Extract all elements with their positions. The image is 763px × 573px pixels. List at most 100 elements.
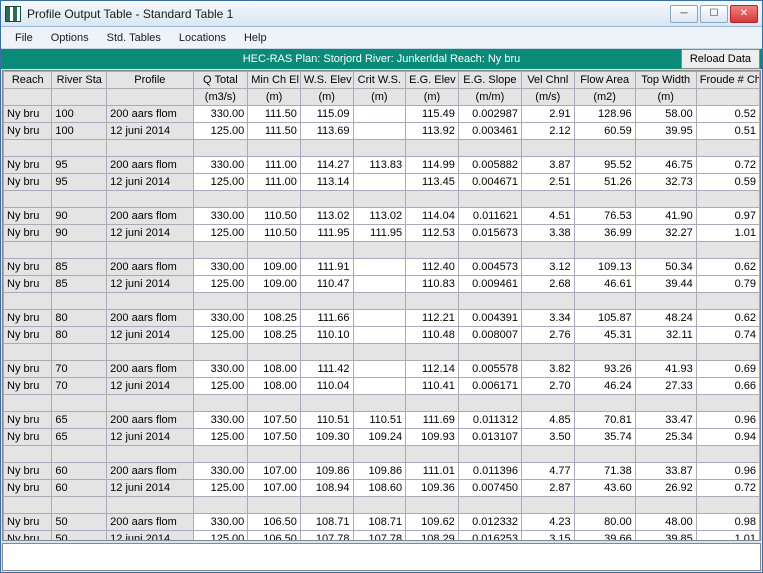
table-row[interactable]: Ny bru80200 aars flom330.00108.25111.661… <box>4 310 760 327</box>
table-cell[interactable]: 95 <box>52 157 107 174</box>
table-cell[interactable]: 200 aars flom <box>107 514 193 531</box>
table-row[interactable]: Ny bru6512 juni 2014125.00107.50109.3010… <box>4 429 760 446</box>
table-cell[interactable]: 107.78 <box>353 531 406 542</box>
table-cell[interactable]: 3.87 <box>521 157 574 174</box>
table-cell[interactable] <box>353 123 406 140</box>
table-cell[interactable]: Ny bru <box>4 106 52 123</box>
table-cell[interactable]: 100 <box>52 123 107 140</box>
table-row[interactable] <box>4 344 760 361</box>
table-cell[interactable]: 60 <box>52 480 107 497</box>
col-min-ch-el[interactable]: Min Ch El <box>248 72 301 89</box>
table-cell[interactable]: 125.00 <box>193 327 248 344</box>
table-cell[interactable]: 109.00 <box>248 259 301 276</box>
table-cell[interactable]: 0.51 <box>696 123 759 140</box>
table-cell[interactable]: 3.38 <box>521 225 574 242</box>
table-cell[interactable]: 0.97 <box>696 208 759 225</box>
table-row[interactable]: Ny bru8512 juni 2014125.00109.00110.4711… <box>4 276 760 293</box>
table-cell[interactable]: Ny bru <box>4 412 52 429</box>
table-cell[interactable]: 3.50 <box>521 429 574 446</box>
table-cell[interactable]: 110.50 <box>248 208 301 225</box>
table-cell[interactable] <box>353 259 406 276</box>
table-cell[interactable]: 111.66 <box>300 310 353 327</box>
table-cell[interactable]: 2.87 <box>521 480 574 497</box>
table-cell[interactable]: 0.62 <box>696 310 759 327</box>
table-cell[interactable]: 50 <box>52 531 107 542</box>
table-cell[interactable] <box>353 276 406 293</box>
close-button[interactable]: ✕ <box>730 5 758 23</box>
table-cell[interactable]: 125.00 <box>193 378 248 395</box>
table-cell[interactable]: 109.13 <box>574 259 635 276</box>
table-row[interactable]: Ny bru9012 juni 2014125.00110.50111.9511… <box>4 225 760 242</box>
table-cell[interactable]: 115.49 <box>406 106 459 123</box>
table-cell[interactable]: 113.14 <box>300 174 353 191</box>
table-cell[interactable]: 108.60 <box>353 480 406 497</box>
table-cell[interactable]: 200 aars flom <box>107 310 193 327</box>
table-cell[interactable]: 80 <box>52 310 107 327</box>
table-cell[interactable]: Ny bru <box>4 157 52 174</box>
table-cell[interactable]: 71.38 <box>574 463 635 480</box>
table-cell[interactable]: 80 <box>52 327 107 344</box>
table-cell[interactable]: 107.50 <box>248 412 301 429</box>
table-cell[interactable]: 125.00 <box>193 480 248 497</box>
table-cell[interactable]: 111.95 <box>353 225 406 242</box>
table-cell[interactable]: 0.004391 <box>458 310 521 327</box>
table-row[interactable]: Ny bru85200 aars flom330.00109.00111.911… <box>4 259 760 276</box>
table-cell[interactable]: 111.91 <box>300 259 353 276</box>
table-cell[interactable]: 60 <box>52 463 107 480</box>
table-cell[interactable]: 46.75 <box>635 157 696 174</box>
table-cell[interactable]: 90 <box>52 208 107 225</box>
table-cell[interactable]: 330.00 <box>193 514 248 531</box>
table-cell[interactable]: 65 <box>52 412 107 429</box>
table-cell[interactable]: 111.50 <box>248 123 301 140</box>
table-cell[interactable]: 200 aars flom <box>107 361 193 378</box>
table-row[interactable]: Ny bru5012 juni 2014125.00106.50107.7810… <box>4 531 760 542</box>
table-cell[interactable]: 26.92 <box>635 480 696 497</box>
table-cell[interactable]: 2.51 <box>521 174 574 191</box>
table-cell[interactable]: 3.12 <box>521 259 574 276</box>
col-q-total[interactable]: Q Total <box>193 72 248 89</box>
table-cell[interactable]: 50 <box>52 514 107 531</box>
table-cell[interactable]: 41.90 <box>635 208 696 225</box>
table-cell[interactable]: 0.002987 <box>458 106 521 123</box>
table-cell[interactable]: 200 aars flom <box>107 157 193 174</box>
table-cell[interactable]: 35.74 <box>574 429 635 446</box>
table-cell[interactable]: 0.96 <box>696 463 759 480</box>
table-cell[interactable]: 39.95 <box>635 123 696 140</box>
table-cell[interactable]: 70 <box>52 361 107 378</box>
table-cell[interactable]: 0.66 <box>696 378 759 395</box>
reload-button[interactable]: Reload Data <box>681 49 760 69</box>
table-cell[interactable]: 12 juni 2014 <box>107 225 193 242</box>
table-cell[interactable]: 12 juni 2014 <box>107 174 193 191</box>
table-cell[interactable]: 113.92 <box>406 123 459 140</box>
table-cell[interactable]: 2.68 <box>521 276 574 293</box>
table-cell[interactable]: 39.44 <box>635 276 696 293</box>
table-cell[interactable]: 76.53 <box>574 208 635 225</box>
table-cell[interactable]: 200 aars flom <box>107 208 193 225</box>
table-cell[interactable]: Ny bru <box>4 276 52 293</box>
table-cell[interactable]: 106.50 <box>248 514 301 531</box>
table-cell[interactable]: 0.009461 <box>458 276 521 293</box>
table-cell[interactable]: 2.91 <box>521 106 574 123</box>
table-cell[interactable]: 113.83 <box>353 157 406 174</box>
table-cell[interactable]: 110.41 <box>406 378 459 395</box>
table-cell[interactable]: 330.00 <box>193 157 248 174</box>
table-row[interactable]: Ny bru60200 aars flom330.00107.00109.861… <box>4 463 760 480</box>
table-cell[interactable]: 0.003461 <box>458 123 521 140</box>
table-cell[interactable]: 33.87 <box>635 463 696 480</box>
table-cell[interactable]: 200 aars flom <box>107 412 193 429</box>
col-reach[interactable]: Reach <box>4 72 52 89</box>
table-cell[interactable]: 48.00 <box>635 514 696 531</box>
table-cell[interactable]: 111.69 <box>406 412 459 429</box>
col-river-sta[interactable]: River Sta <box>52 72 107 89</box>
table-row[interactable]: Ny bru7012 juni 2014125.00108.00110.0411… <box>4 378 760 395</box>
table-cell[interactable]: Ny bru <box>4 514 52 531</box>
table-cell[interactable]: 2.76 <box>521 327 574 344</box>
table-cell[interactable]: 33.47 <box>635 412 696 429</box>
table-cell[interactable]: 0.004573 <box>458 259 521 276</box>
table-cell[interactable]: 113.69 <box>300 123 353 140</box>
table-cell[interactable]: 113.45 <box>406 174 459 191</box>
table-row[interactable] <box>4 242 760 259</box>
table-cell[interactable]: 108.29 <box>406 531 459 542</box>
table-cell[interactable]: Ny bru <box>4 174 52 191</box>
table-cell[interactable]: 330.00 <box>193 259 248 276</box>
